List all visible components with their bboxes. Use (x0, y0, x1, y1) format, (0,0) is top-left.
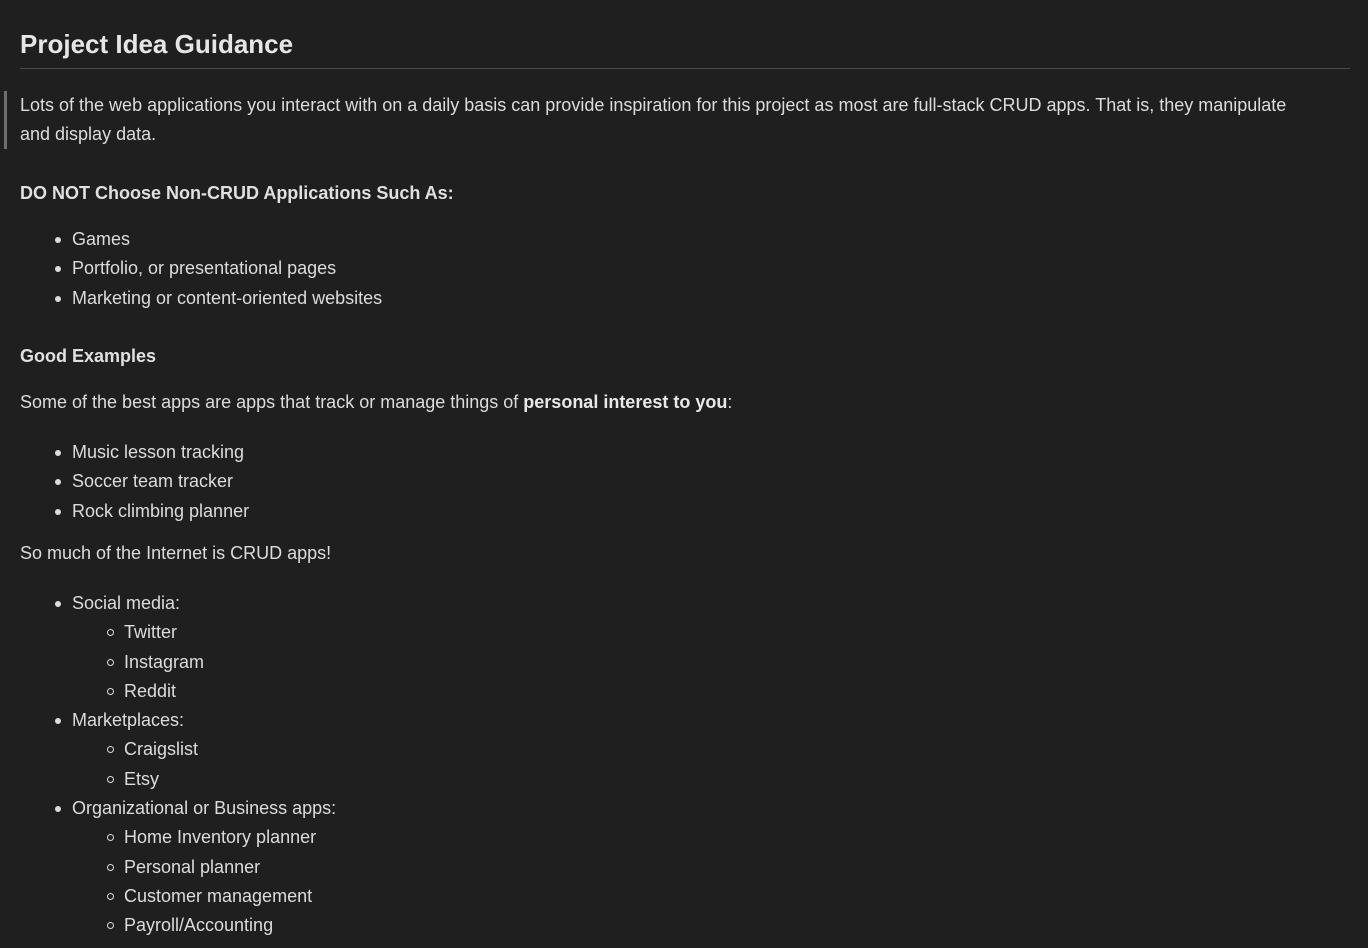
good-examples-list: Music lesson tracking Soccer team tracke… (0, 438, 249, 526)
group-label: Organizational or Business apps: (72, 798, 337, 819)
list-item: Soccer team tracker (0, 467, 249, 496)
sub-list-item: Personal planner (72, 853, 336, 882)
do-not-heading: DO NOT Choose Non-CRUD Applications Such… (20, 183, 454, 203)
sub-list: Twitter Instagram Reddit (72, 618, 336, 706)
title-divider (20, 68, 1350, 69)
blockquote-bar (4, 91, 7, 149)
list-item: Games (0, 225, 382, 254)
good-examples-heading: Good Examples (20, 346, 157, 366)
sub-list-item: Instagram (72, 648, 336, 677)
sub-list-item: Etsy (72, 765, 336, 794)
group-label: Social media: (72, 593, 181, 613)
page-title: Project Idea Guidance (20, 29, 294, 59)
sub-list-item: Home Inventory planner (72, 823, 336, 852)
sub-list-item: Reddit (72, 677, 336, 706)
list-item-social-media: Social media: Twitter Instagram Reddit (0, 589, 336, 706)
list-item-marketplaces: Marketplaces: Craigslist Etsy (0, 706, 336, 794)
sub-list-item: Customer management (72, 882, 336, 911)
sub-list: Home Inventory planner Personal planner … (72, 823, 336, 940)
list-item-organizational: Organizational or Business apps: Home In… (0, 794, 336, 940)
list-item: Marketing or content-oriented websites (0, 284, 382, 313)
lead-colon: : (727, 392, 733, 412)
list-item: Music lesson tracking (0, 438, 249, 467)
lead-text: Some of the best apps are apps that trac… (20, 392, 524, 412)
sub-list-item: Twitter (72, 618, 336, 647)
do-not-list: Games Portfolio, or presentational pages… (0, 225, 382, 313)
internet-lead: So much of the Internet is CRUD apps! (20, 543, 332, 563)
list-item: Rock climbing planner (0, 497, 249, 526)
sub-list-item: Payroll/Accounting (72, 911, 336, 940)
document-page: Project Idea Guidance Lots of the web ap… (0, 0, 1368, 948)
lead-bold-text: personal interest to you (523, 392, 728, 412)
good-examples-lead: Some of the best apps are apps that trac… (20, 390, 732, 414)
intro-paragraph: Lots of the web applications you interac… (20, 95, 1287, 144)
sub-list: Craigslist Etsy (72, 735, 336, 794)
group-label: Marketplaces: (72, 710, 185, 731)
internet-list: Social media: Twitter Instagram Reddit M… (0, 589, 336, 941)
sub-list-item: Craigslist (72, 735, 336, 764)
list-item: Portfolio, or presentational pages (0, 254, 382, 283)
